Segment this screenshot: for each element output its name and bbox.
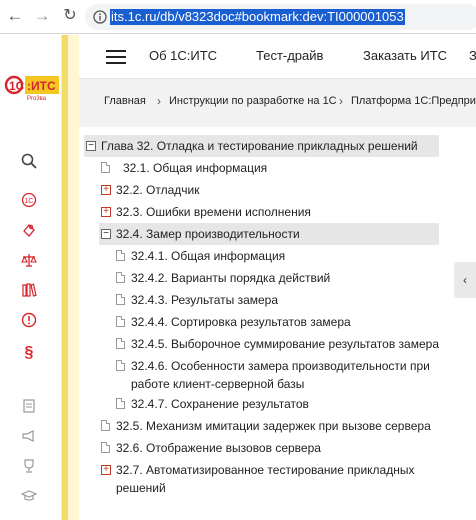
document-icon — [101, 162, 110, 173]
toc-item-label[interactable]: 32.4.4. Сортировка результатов замера — [131, 311, 351, 333]
toc-item-32-7[interactable]: + 32.7. Автоматизированное тестирование … — [99, 459, 439, 499]
expand-icon[interactable]: + — [101, 207, 111, 217]
back-icon[interactable]: ← — [5, 6, 25, 26]
collapse-icon[interactable]: − — [101, 229, 111, 239]
document-icon[interactable] — [18, 398, 40, 420]
document-icon — [116, 272, 125, 283]
forward-icon[interactable]: → — [32, 6, 52, 26]
reload-icon[interactable]: ↻ — [60, 6, 80, 26]
svg-text::ИТС: :ИТС — [27, 79, 56, 93]
1c-icon[interactable]: 1С — [18, 192, 40, 214]
breadcrumb-home[interactable]: Главная — [104, 95, 146, 107]
scales-icon[interactable] — [18, 252, 40, 274]
expand-icon[interactable]: + — [101, 185, 111, 195]
toc-item-label[interactable]: 32.5. Механизм имитации задержек при выз… — [116, 415, 431, 437]
puzzle-icon[interactable] — [18, 222, 40, 244]
table-of-contents: − Глава 32. Отладка и тестирование прикл… — [79, 127, 476, 520]
browser-toolbar: ← → ↻ its.1c.ru/db/v8323doc#bookmark:dev… — [0, 0, 476, 34]
books-icon[interactable] — [18, 282, 40, 304]
toc-item-32-4-6[interactable]: 32.4.6. Особенности замера производитель… — [114, 355, 439, 395]
collapse-icon[interactable]: − — [86, 141, 96, 151]
toc-item-label[interactable]: 32.4. Замер производительности — [116, 223, 300, 245]
svg-text:1С: 1С — [24, 198, 33, 205]
toc-item-label[interactable]: 32.1. Общая информация — [123, 157, 267, 179]
svg-text:1С: 1С — [9, 79, 25, 93]
nav-more-link[interactable]: З — [469, 48, 476, 63]
breadcrumb-separator: › — [157, 94, 161, 108]
hamburger-menu-icon[interactable] — [106, 50, 126, 64]
left-sidebar: 1С :ИТС Pro3ва 1С § — [0, 35, 62, 520]
toc-item-32-6[interactable]: 32.6. Отображение вызовов сервера — [99, 437, 439, 459]
document-icon — [101, 420, 110, 431]
document-icon — [101, 442, 110, 453]
its-logo[interactable]: 1С :ИТС Pro3ва — [4, 71, 60, 103]
graduation-cap-icon[interactable] — [18, 488, 40, 510]
toc-item-label[interactable]: 32.3. Ошибки времени исполнения — [116, 201, 311, 223]
accent-stripe-light — [68, 35, 79, 520]
toc-item-32-4-2[interactable]: 32.4.2. Варианты порядка действий — [114, 267, 439, 289]
megaphone-icon[interactable] — [18, 428, 40, 450]
breadcrumb: Главная › Инструкции по разработке на 1С… — [79, 79, 476, 127]
toc-item-label[interactable]: 32.4.3. Результаты замера — [131, 289, 278, 311]
breadcrumb-separator: › — [339, 94, 343, 108]
toc-item-32-5[interactable]: 32.5. Механизм имитации задержек при выз… — [99, 415, 439, 437]
trophy-icon[interactable] — [18, 458, 40, 480]
toc-item-32-2[interactable]: + 32.2. Отладчик — [99, 179, 439, 201]
nav-order-link[interactable]: Заказать ИТС — [363, 48, 447, 63]
breadcrumb-platform[interactable]: Платформа 1С:Предприят — [351, 95, 476, 107]
alert-icon[interactable] — [18, 312, 40, 334]
site-info-icon[interactable] — [93, 10, 107, 24]
toc-item-32-3[interactable]: + 32.3. Ошибки времени исполнения — [99, 201, 439, 223]
top-navigation: Об 1С:ИТС Тест-драйв Заказать ИТС З — [79, 35, 476, 79]
address-bar[interactable]: its.1c.ru/db/v8323doc#bookmark:dev:TI000… — [85, 4, 476, 30]
search-icon[interactable] — [18, 153, 40, 175]
toc-item-label[interactable]: 32.4.1. Общая информация — [131, 245, 285, 267]
toc-item-label-line2[interactable]: решений — [116, 477, 166, 499]
toc-item-label[interactable]: Глава 32. Отладка и тестирование приклад… — [101, 135, 418, 157]
toc-item-32-4-5[interactable]: 32.4.5. Выборочное суммирование результа… — [114, 333, 439, 355]
toc-item-chapter-32[interactable]: − Глава 32. Отладка и тестирование прикл… — [84, 135, 439, 157]
toc-item-32-4-1[interactable]: 32.4.1. Общая информация — [114, 245, 439, 267]
svg-text:Pro3ва: Pro3ва — [27, 96, 47, 102]
nav-test-drive-link[interactable]: Тест-драйв — [256, 48, 323, 63]
expand-icon[interactable]: + — [101, 465, 111, 475]
paragraph-icon[interactable]: § — [18, 342, 40, 364]
panel-collapse-button[interactable]: ‹ — [454, 262, 476, 298]
document-icon — [116, 398, 125, 409]
toc-item-32-1[interactable]: 32.1. Общая информация — [99, 157, 439, 179]
toc-item-32-4-4[interactable]: 32.4.4. Сортировка результатов замера — [114, 311, 439, 333]
toc-item-32-4[interactable]: − 32.4. Замер производительности — [99, 223, 439, 245]
url-text[interactable]: its.1c.ru/db/v8323doc#bookmark:dev:TI000… — [110, 9, 405, 25]
document-icon — [116, 294, 125, 305]
breadcrumb-instructions[interactable]: Инструкции по разработке на 1С — [169, 95, 337, 107]
document-icon — [116, 360, 125, 371]
document-icon — [116, 250, 125, 261]
document-icon — [116, 316, 125, 327]
toc-item-label[interactable]: 32.2. Отладчик — [116, 179, 199, 201]
toc-item-label[interactable]: 32.4.7. Сохранение результатов — [131, 393, 309, 415]
chevron-left-icon: ‹ — [463, 273, 467, 287]
toc-item-label[interactable]: 32.6. Отображение вызовов сервера — [116, 437, 321, 459]
toc-item-label-line2[interactable]: работе клиент-серверной базы — [131, 373, 304, 395]
toc-item-label[interactable]: 32.4.2. Варианты порядка действий — [131, 267, 330, 289]
document-icon — [116, 338, 125, 349]
toc-item-32-4-7[interactable]: 32.4.7. Сохранение результатов — [114, 393, 439, 415]
nav-about-link[interactable]: Об 1С:ИТС — [149, 48, 217, 63]
toc-item-32-4-3[interactable]: 32.4.3. Результаты замера — [114, 289, 439, 311]
toc-item-label[interactable]: 32.4.5. Выборочное суммирование результа… — [131, 333, 439, 355]
